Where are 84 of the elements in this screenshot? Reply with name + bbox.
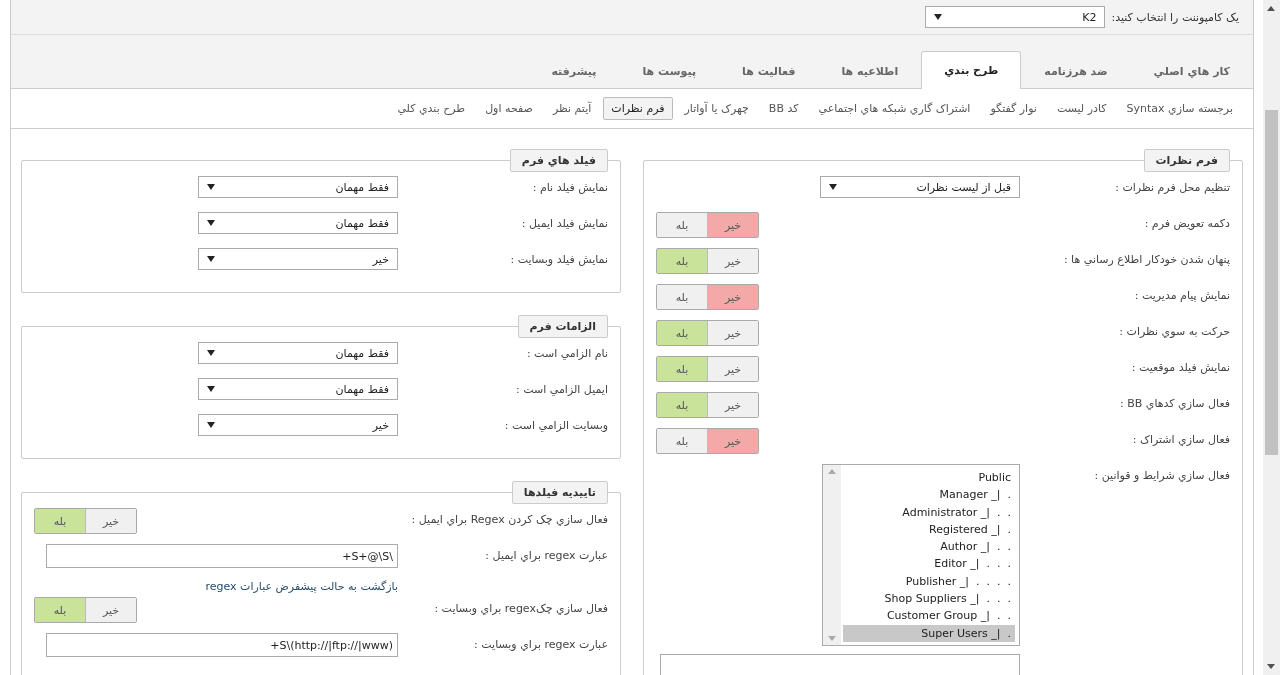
dropdown[interactable]: فقط مهمان [198, 342, 398, 364]
field-label: فعال سازي شرايط و قوانين : [1093, 468, 1230, 482]
subtab[interactable]: نوار گفتگو [982, 97, 1045, 120]
list-option[interactable]: Public [843, 469, 1015, 487]
tab[interactable]: فعاليت ها [719, 52, 819, 89]
picker-label: يک کامپوننت را انتخاب کنيد: [1111, 10, 1239, 24]
field-label: عبارت regex براي ايميل : [484, 548, 608, 562]
list-option[interactable]: . . . |_ Editor [843, 555, 1015, 573]
toggle-option[interactable]: بله [657, 429, 708, 453]
toggle-option[interactable]: بله [657, 321, 708, 345]
toggle-option[interactable]: خير [708, 429, 758, 453]
toggle-option[interactable]: خير [708, 393, 758, 417]
input-field[interactable]: (http://|ftp://|www)\S+ [46, 633, 398, 657]
field-label: فعال سازي چک کردن Regex براي ايميل : [410, 512, 608, 526]
fieldset-title: فيلد هاي فرم [509, 149, 608, 172]
field-label: تنظيم محل فرم نظرات : [1114, 180, 1230, 194]
fieldset-title: فرم نظرات [1143, 149, 1230, 172]
field-label: ايميل الزامي است : [515, 382, 608, 396]
fieldset-title: تاييديه فيلدها [511, 481, 608, 504]
input-field[interactable] [660, 654, 1020, 675]
toggle-option[interactable]: خير [708, 321, 758, 345]
field-label: دکمه تعويض فرم : [1143, 216, 1230, 230]
field-label: عبارت regex براي وبسايت : [473, 637, 608, 651]
field-label: نمايش فيلد وبسايت : [509, 252, 608, 266]
field-label: فعال سازي اشتراک : [1131, 432, 1230, 446]
input-field[interactable]: \S+@\S+ [46, 544, 398, 568]
subtab[interactable]: صفحه اول [477, 97, 541, 120]
dropdown[interactable]: قبل از ليست نظرات [820, 176, 1020, 198]
toggle-option[interactable]: بله [35, 598, 86, 622]
field-label: نمايش فيلد ايميل : [520, 216, 608, 230]
list-option[interactable]: . . . . |_ Publisher [843, 572, 1015, 591]
subtab[interactable]: چهرک يا آواتار [676, 97, 757, 120]
subtab[interactable]: کادر ليست [1048, 97, 1115, 120]
subtab[interactable]: فرم نظرات [603, 97, 673, 120]
toggle-option[interactable]: بله [657, 213, 708, 237]
tab[interactable]: اطلاعيه ها [818, 52, 922, 89]
dropdown[interactable]: فقط مهمان [198, 212, 398, 234]
list-option[interactable]: . |_ Manager [843, 486, 1015, 504]
scrollbar[interactable] [823, 465, 841, 645]
toggle-option[interactable]: بله [657, 249, 708, 273]
subtab[interactable]: اشتراک گاري شبکه هاي اجتماعي [810, 97, 979, 120]
field-label: فعال سازي کدهاي BB : [1119, 396, 1230, 410]
scrollbar[interactable] [1263, 0, 1280, 675]
tab[interactable]: ضد هرزنامه [1021, 52, 1131, 89]
list-option[interactable]: . . |_ Administrator [843, 503, 1015, 521]
reset-link[interactable]: بازگشت به حالت پيشفرض عبارات regex [205, 580, 398, 593]
field-label: نمايش پيام مديريت : [1133, 288, 1230, 302]
toggle-option[interactable]: بله [657, 357, 708, 381]
tab[interactable]: پيوست ها [619, 52, 720, 89]
tab[interactable]: پيشرفته [528, 52, 620, 89]
subtab[interactable]: طرح بندي کلي [389, 97, 474, 120]
fieldset-title: الزامات فرم [517, 315, 608, 338]
toggle-option[interactable]: خير [708, 285, 758, 309]
list-box[interactable]: Public . |_ Manager . . |_ Administrator . |_ Registered . . |_ Author . . . |_ Editor . . . . |_ Publisher . . . |_ Shop Suppliers . . |_ Customer Group . |_ Super Users [822, 464, 1020, 646]
subtab[interactable]: آيتم نظر [544, 97, 600, 120]
toggle-option[interactable]: بله [657, 393, 708, 417]
list-option[interactable]: . . |_ Customer Group [843, 607, 1015, 625]
list-option[interactable]: . . |_ Author [843, 538, 1015, 556]
component-dropdown[interactable]: K2 [925, 6, 1106, 28]
toggle-option[interactable]: خير [708, 213, 758, 237]
toggle-option[interactable]: خير [708, 357, 758, 381]
field-label: حرکت به سوي نظرات : [1118, 324, 1230, 338]
field-label: نام الزامي است : [525, 346, 608, 360]
toggle-option[interactable]: خير [86, 509, 136, 533]
tab[interactable]: طرح بندي [921, 51, 1022, 89]
tab[interactable]: کار هاي اصلي [1130, 52, 1253, 89]
list-option[interactable]: . |_ Super Users [843, 624, 1015, 642]
toggle-option[interactable]: بله [35, 509, 86, 533]
toggle-option[interactable]: خير [708, 249, 758, 273]
toggle-option[interactable]: خير [86, 598, 136, 622]
field-label: پنهان شدن خودکار اطلاع رساني ها : [1062, 252, 1230, 266]
dropdown[interactable]: خير [198, 248, 398, 270]
field-label: وبسايت الزامي است : [503, 418, 608, 432]
subtab[interactable]: برجسته سازي Syntax [1118, 97, 1241, 120]
list-option[interactable]: . |_ Registered [843, 520, 1015, 539]
dropdown[interactable]: خير [198, 414, 398, 436]
field-label: نمايش فيلد نام : [531, 180, 608, 194]
list-option[interactable]: . . . |_ Shop Suppliers [843, 590, 1015, 608]
subtab[interactable]: کد BB [760, 97, 807, 120]
field-label: فعال سازي چکregex براي وبسايت : [433, 601, 608, 615]
field-label: نمايش فيلد موقعيت : [1130, 360, 1230, 374]
dropdown[interactable]: فقط مهمان [198, 378, 398, 400]
dropdown[interactable]: فقط مهمان [198, 176, 398, 198]
toggle-option[interactable]: بله [657, 285, 708, 309]
